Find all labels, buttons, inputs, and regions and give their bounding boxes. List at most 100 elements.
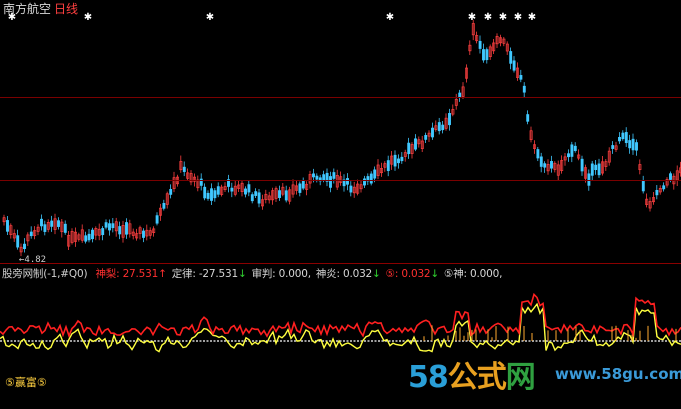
- candle: [12, 229, 16, 242]
- candle: [101, 226, 105, 241]
- candle: [601, 155, 604, 176]
- candle: [431, 122, 434, 140]
- candle: [502, 36, 506, 47]
- signal-marker: ✱: [8, 12, 16, 23]
- candle: [604, 159, 608, 171]
- candle: [560, 155, 564, 174]
- candle: [597, 158, 601, 178]
- candle: [611, 141, 615, 154]
- candle: [94, 226, 98, 241]
- candle: [216, 182, 220, 198]
- candle: [267, 191, 271, 204]
- candle: [512, 56, 516, 73]
- candle: [499, 34, 502, 47]
- candle: [662, 182, 666, 192]
- candle: [635, 139, 638, 156]
- candle: [220, 184, 224, 197]
- candle: [590, 160, 594, 181]
- signal-marker: ✱: [468, 12, 476, 23]
- candle: [237, 180, 241, 193]
- candle: [397, 154, 400, 169]
- candle: [159, 203, 162, 221]
- candle: [233, 180, 237, 197]
- candle: [407, 137, 411, 159]
- candle: [91, 227, 94, 243]
- candle: [87, 229, 91, 243]
- candle: [580, 155, 584, 176]
- signal-marker: ✱: [386, 12, 394, 23]
- candle: [281, 183, 285, 197]
- candle: [182, 161, 186, 177]
- candle: [142, 228, 145, 243]
- candle: [329, 171, 332, 193]
- candle: [43, 220, 47, 236]
- signal-marker: ✱: [84, 12, 92, 23]
- candle: [352, 181, 356, 198]
- candle: [675, 165, 679, 187]
- candle: [631, 133, 635, 155]
- candle: [509, 47, 513, 70]
- candle: [84, 231, 88, 244]
- candle: [451, 104, 455, 117]
- red-series-line: [0, 292, 681, 339]
- candle: [29, 226, 33, 239]
- candle: [641, 175, 645, 194]
- signal-marker: ✱: [514, 12, 522, 23]
- candle: [522, 82, 526, 98]
- candle: [114, 217, 118, 237]
- candle: [383, 161, 387, 172]
- candle: [80, 224, 84, 243]
- candle: [665, 177, 669, 188]
- candle: [346, 173, 349, 191]
- candle: [196, 175, 200, 192]
- candle: [6, 216, 9, 235]
- candle: [567, 149, 570, 162]
- signal-marker: ✱: [484, 12, 492, 23]
- candle: [427, 130, 431, 142]
- candle: [74, 227, 77, 247]
- candle: [60, 218, 64, 238]
- candle: [67, 230, 71, 251]
- watermark-url: www.58gu.com: [555, 365, 681, 383]
- indicator-chart[interactable]: [0, 279, 681, 409]
- candle: [203, 183, 207, 201]
- candle: [288, 186, 292, 205]
- candle: [393, 150, 397, 171]
- candle: [50, 215, 54, 232]
- candle: [108, 219, 111, 236]
- candle: [492, 38, 496, 54]
- candle: [400, 152, 404, 164]
- candle: [189, 170, 193, 186]
- candle: [573, 142, 577, 153]
- candle: [2, 214, 6, 226]
- candle: [465, 64, 468, 83]
- candle: [305, 181, 309, 196]
- candle: [135, 228, 139, 241]
- brand-label: ⑤赢富⑤: [5, 376, 47, 389]
- panel-separator[interactable]: [0, 263, 681, 264]
- candle: [594, 160, 598, 175]
- candle: [210, 183, 213, 205]
- candle: [118, 221, 122, 240]
- grid-line: [0, 97, 681, 98]
- candle: [420, 135, 424, 153]
- candle: [223, 182, 227, 193]
- candle: [536, 146, 540, 162]
- candle: [165, 191, 169, 209]
- candle: [36, 224, 40, 236]
- candle: [414, 134, 417, 152]
- grid-line: [0, 180, 681, 181]
- candle: [655, 185, 659, 200]
- candle: [227, 174, 230, 193]
- candle: [63, 220, 67, 235]
- candle: [546, 159, 550, 175]
- candle: [16, 229, 20, 250]
- price-chart[interactable]: ✱ ✱ ✱ ✱ ✱ ✱ ✱ ✱ ✱: [0, 0, 681, 262]
- candle: [104, 219, 108, 230]
- candle: [33, 226, 37, 240]
- candle: [247, 180, 251, 197]
- candle: [57, 217, 60, 230]
- candle: [274, 186, 278, 202]
- candle: [516, 62, 519, 81]
- candle: [652, 191, 655, 205]
